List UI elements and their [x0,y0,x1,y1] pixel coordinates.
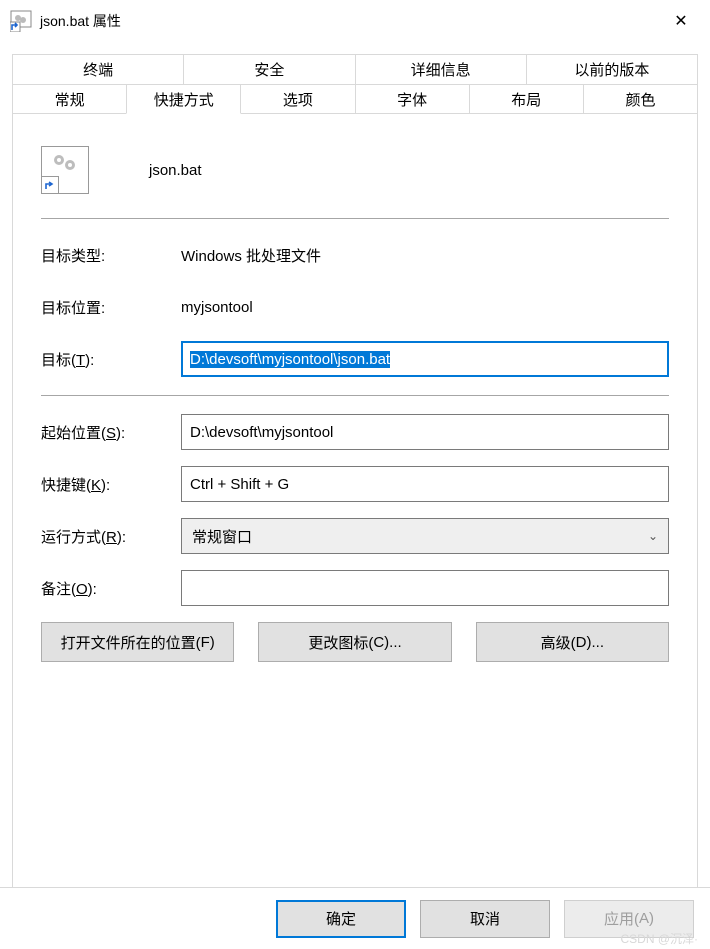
row-comment: 备注(O): [41,570,669,606]
label-start-in: 起始位置(S): [41,422,181,443]
row-target-location: 目标位置: myjsontool [41,289,669,325]
tab-shortcut[interactable]: 快捷方式 [126,84,241,114]
label-target-type: 目标类型: [41,245,181,266]
titlebar: json.bat 属性 ✕ [0,0,710,42]
close-button[interactable]: ✕ [658,6,704,36]
close-icon: ✕ [674,11,687,31]
advanced-button[interactable]: 高级(D)... [476,622,669,662]
run-select[interactable]: 常规窗口 ⌄ [181,518,669,554]
shortcut-key-input[interactable] [181,466,669,502]
label-run: 运行方式(R): [41,526,181,547]
tab-options[interactable]: 选项 [240,84,355,114]
separator [41,218,669,219]
label-target: 目标(T): [41,349,181,370]
value-target-type: Windows 批处理文件 [181,245,321,266]
shortcut-arrow-icon [41,176,59,194]
shortcut-panel: json.bat 目标类型: Windows 批处理文件 目标位置: myjso… [12,114,698,934]
tab-colors[interactable]: 颜色 [583,84,698,114]
row-target: 目标(T): D:\devsoft\myjsontool\json.bat [41,341,669,377]
action-buttons-row: 打开文件所在的位置(F) 更改图标(C)... 高级(D)... [41,622,669,662]
cancel-button[interactable]: 取消 [420,900,550,938]
shortcut-large-icon [41,146,89,194]
separator [41,395,669,396]
watermark: CSDN @沉泽· [620,930,698,947]
value-target-location: myjsontool [181,299,253,316]
tab-strip: 终端 安全 详细信息 以前的版本 常规 快捷方式 选项 字体 布局 颜色 [0,42,710,114]
target-input[interactable]: D:\devsoft\myjsontool\json.bat [181,341,669,377]
label-target-location: 目标位置: [41,297,181,318]
gears-icon [50,151,80,178]
row-target-type: 目标类型: Windows 批处理文件 [41,237,669,273]
row-shortcut-key: 快捷键(K): [41,466,669,502]
header-row: json.bat [41,140,669,200]
tab-font[interactable]: 字体 [355,84,470,114]
chevron-down-icon: ⌄ [648,529,658,543]
tab-security[interactable]: 安全 [183,54,355,84]
window-icon [10,10,32,32]
open-file-location-button[interactable]: 打开文件所在的位置(F) [41,622,234,662]
shortcut-filename: json.bat [149,162,202,179]
tab-terminal[interactable]: 终端 [12,54,184,84]
change-icon-button[interactable]: 更改图标(C)... [258,622,451,662]
row-run: 运行方式(R): 常规窗口 ⌄ [41,518,669,554]
start-in-input[interactable] [181,414,669,450]
ok-button[interactable]: 确定 [276,900,406,938]
run-select-value: 常规窗口 [192,526,252,547]
window-title: json.bat 属性 [40,11,658,31]
row-start-in: 起始位置(S): [41,414,669,450]
tab-details[interactable]: 详细信息 [355,54,527,84]
tab-previous-versions[interactable]: 以前的版本 [526,54,698,84]
label-comment: 备注(O): [41,578,181,599]
label-shortcut-key: 快捷键(K): [41,474,181,495]
comment-input[interactable] [181,570,669,606]
tab-general[interactable]: 常规 [12,84,127,114]
tab-layout[interactable]: 布局 [469,84,584,114]
dialog-button-bar: 确定 取消 应用(A) [0,887,710,949]
